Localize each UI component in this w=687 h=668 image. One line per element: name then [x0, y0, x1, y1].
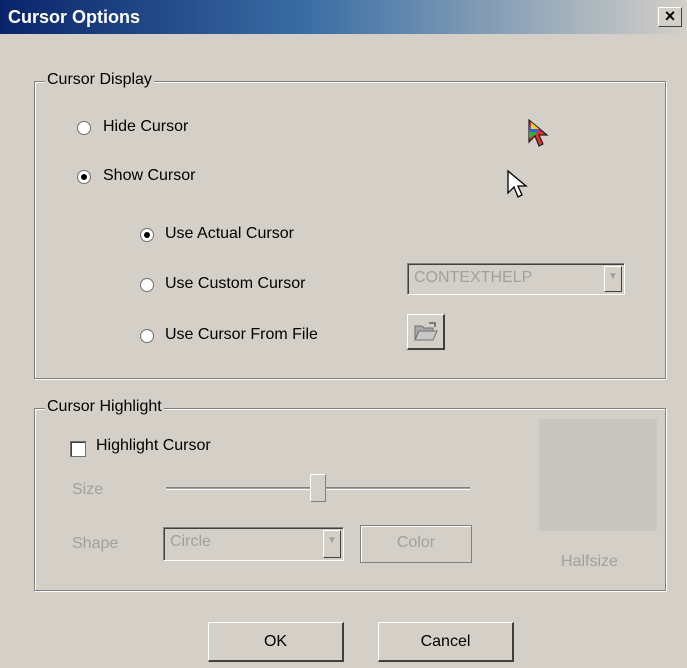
arrow-cursor-icon	[507, 169, 528, 198]
title-bar: Cursor Options ×	[0, 0, 687, 34]
hide-cursor-label[interactable]: Hide Cursor	[103, 118, 188, 136]
chevron-down-icon[interactable]: ▼	[604, 266, 622, 292]
custom-cursor-dropdown[interactable]: CONTEXTHELP ▼	[407, 263, 625, 295]
use-cursor-from-file-label[interactable]: Use Cursor From File	[165, 326, 318, 344]
color-button-label: Color	[396, 534, 436, 551]
ok-button-label: OK	[263, 633, 288, 650]
cancel-button[interactable]: Cancel	[378, 622, 514, 662]
colorful-arrow-cursor-icon	[528, 118, 549, 147]
window-title: Cursor Options	[8, 7, 141, 27]
show-cursor-label[interactable]: Show Cursor	[103, 167, 195, 185]
highlight-cursor-checkbox[interactable]	[70, 441, 86, 457]
show-cursor-radio[interactable]	[77, 170, 91, 184]
use-actual-cursor-label[interactable]: Use Actual Cursor	[165, 225, 294, 243]
hide-cursor-radio[interactable]	[77, 121, 91, 135]
close-button[interactable]: ×	[658, 7, 682, 27]
size-slider-thumb[interactable]	[310, 474, 326, 502]
shape-chevron-down-icon[interactable]: ▼	[323, 530, 341, 558]
preview-caption: Halfsize	[561, 553, 618, 570]
use-custom-cursor-label[interactable]: Use Custom Cursor	[165, 275, 305, 293]
browse-cursor-file-button[interactable]	[407, 314, 445, 350]
custom-cursor-value: CONTEXTHELP	[414, 269, 533, 286]
shape-value: Circle	[170, 533, 211, 550]
highlight-cursor-label[interactable]: Highlight Cursor	[96, 437, 211, 455]
size-label: Size	[72, 481, 104, 498]
close-icon: ×	[664, 6, 676, 26]
use-custom-cursor-radio[interactable]	[140, 278, 154, 292]
shape-label: Shape	[72, 535, 119, 552]
shape-dropdown[interactable]: Circle ▼	[163, 527, 344, 561]
use-cursor-from-file-radio[interactable]	[140, 329, 154, 343]
color-button[interactable]: Color	[360, 525, 472, 563]
use-actual-cursor-radio[interactable]	[140, 228, 154, 242]
highlight-preview	[539, 419, 657, 531]
cancel-button-label: Cancel	[420, 633, 471, 650]
cursor-highlight-legend: Cursor Highlight	[45, 398, 164, 416]
ok-button[interactable]: OK	[208, 622, 344, 662]
cursor-display-legend: Cursor Display	[45, 71, 154, 89]
folder-open-icon	[414, 322, 438, 341]
